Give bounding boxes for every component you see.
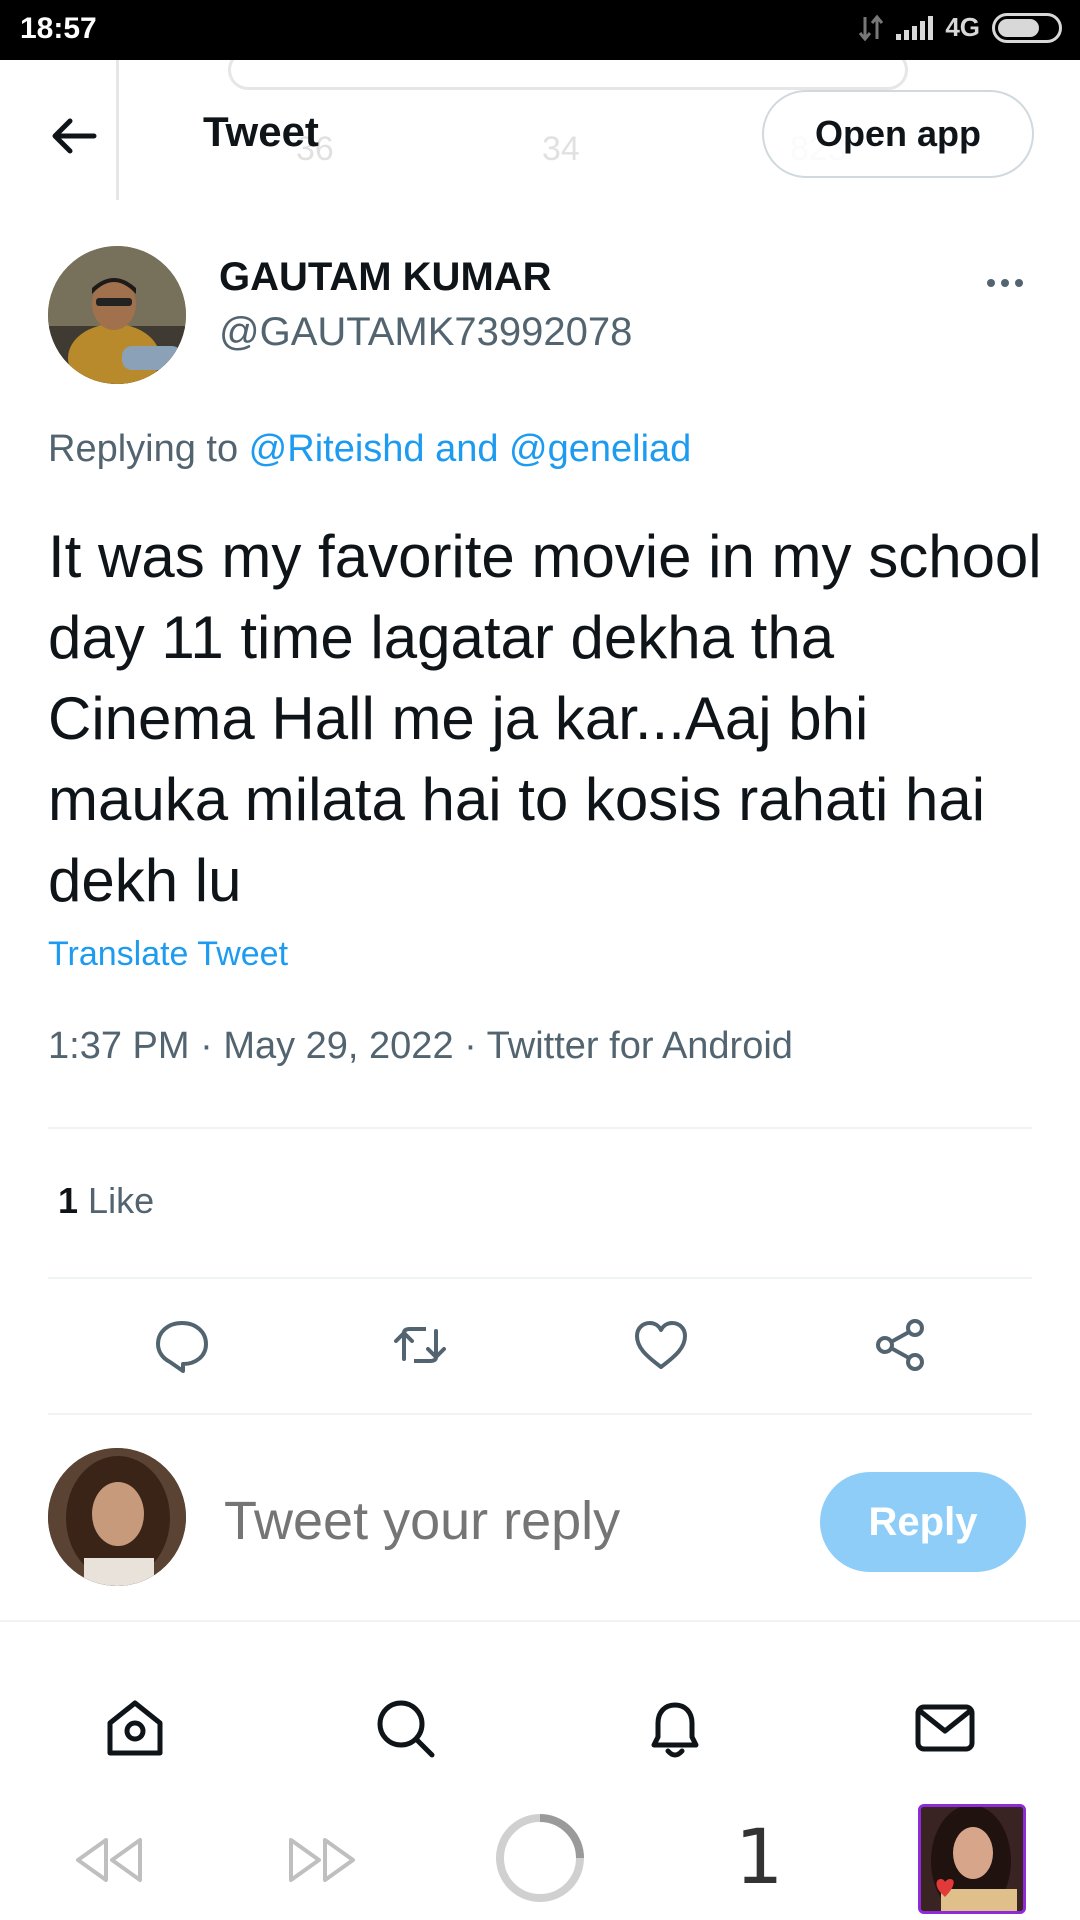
divider — [48, 1413, 1032, 1415]
reply-action-button[interactable] — [152, 1315, 212, 1375]
tweet-source: Twitter for Android — [486, 1025, 793, 1067]
page-title: Tweet — [203, 108, 319, 155]
browser-toolbar: 1 — [0, 1790, 1080, 1920]
divider — [48, 1127, 1032, 1129]
share-action-button[interactable] — [871, 1315, 931, 1375]
network-type: 4G — [945, 12, 980, 42]
browser-back-button[interactable] — [70, 1832, 146, 1893]
mail-icon — [915, 1704, 975, 1752]
author-name[interactable]: GAUTAM KUMAR — [219, 255, 552, 300]
status-time: 18:57 — [20, 12, 97, 45]
retweet-icon — [394, 1327, 446, 1363]
nav-search[interactable] — [370, 1693, 440, 1763]
search-icon — [377, 1700, 435, 1758]
replying-to: Replying to @Riteishd and @geneliad — [48, 428, 691, 471]
dot-icon — [987, 279, 995, 287]
data-arrows-icon — [859, 14, 884, 41]
home-icon — [107, 1700, 163, 1756]
author-handle[interactable]: @GAUTAMK73992078 — [219, 310, 632, 355]
like-count: 1 — [58, 1180, 79, 1221]
tab-count-button[interactable]: 1 — [735, 1812, 783, 1901]
dot-icon — [1015, 279, 1023, 287]
status-bar: 18:57 4G — [0, 0, 1080, 60]
share-icon — [876, 1319, 924, 1371]
nav-home[interactable] — [100, 1693, 170, 1763]
fast-forward-icon — [289, 1838, 355, 1882]
dot-icon — [1001, 279, 1009, 287]
tweet-text: It was my favorite movie in my school da… — [48, 523, 1042, 914]
signal-icon — [896, 15, 934, 40]
divider — [48, 1277, 1032, 1279]
meta-separator: · — [200, 1025, 224, 1067]
tweet-time: 1:37 PM — [48, 1025, 190, 1067]
author-avatar[interactable] — [48, 246, 186, 384]
loading-ring-icon — [496, 1814, 584, 1902]
replying-prefix: Replying to — [48, 428, 249, 470]
bottom-nav-border — [0, 1620, 1080, 1622]
browser-forward-button[interactable] — [285, 1832, 361, 1893]
nav-notifications[interactable] — [640, 1693, 710, 1763]
rewind-icon — [76, 1838, 142, 1882]
user-avatar[interactable] — [48, 1448, 186, 1586]
like-label: Like — [88, 1180, 155, 1221]
more-options-button[interactable] — [980, 258, 1030, 308]
likes-count-link[interactable]: 1 Like — [58, 1180, 154, 1222]
tweet-date: May 29, 2022 — [223, 1025, 454, 1067]
battery-icon — [992, 12, 1062, 43]
reply-input[interactable] — [224, 1490, 919, 1552]
nav-messages[interactable] — [910, 1693, 980, 1763]
like-action-button[interactable] — [631, 1315, 691, 1375]
open-app-button[interactable]: Open app — [762, 90, 1034, 178]
status-indicators: 4G — [858, 12, 1062, 43]
retweet-action-button[interactable] — [390, 1315, 450, 1375]
browser-home-button[interactable] — [494, 1812, 586, 1909]
replying-to-handles[interactable]: @Riteishd and @geneliad — [249, 428, 692, 470]
top-header: Tweet Open app — [0, 60, 1080, 210]
tweet-meta: 1:37 PM · May 29, 2022 · Twitter for And… — [48, 1025, 793, 1068]
meta-separator: · — [464, 1025, 487, 1067]
browser-tab-thumbnail[interactable] — [918, 1804, 1026, 1914]
back-arrow-icon — [52, 118, 97, 154]
reply-button[interactable]: Reply — [820, 1472, 1026, 1572]
bell-icon — [651, 1702, 699, 1758]
translate-tweet-link[interactable]: Translate Tweet — [48, 935, 288, 974]
heart-icon — [635, 1321, 687, 1369]
comment-icon — [156, 1321, 208, 1373]
back-button[interactable] — [44, 106, 104, 166]
